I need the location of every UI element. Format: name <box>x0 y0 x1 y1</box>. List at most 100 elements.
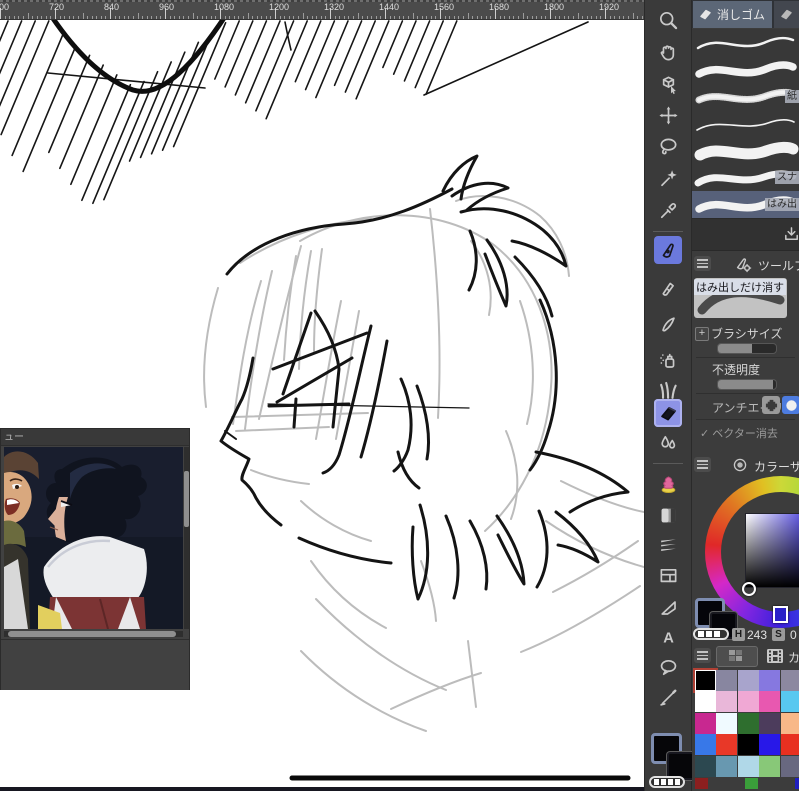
transparent-color-button[interactable] <box>649 776 685 788</box>
ruler-tick <box>623 15 625 19</box>
polyline-icon <box>660 600 676 615</box>
tool-lasso-button[interactable] <box>656 134 680 158</box>
color-swatch[interactable] <box>737 712 759 734</box>
panel-menu-button[interactable] <box>694 457 711 472</box>
ruler-tick <box>238 15 240 19</box>
tool-pencil-button[interactable] <box>656 276 680 300</box>
panel-menu-button[interactable] <box>694 256 711 271</box>
tool-polyline-ruler-button[interactable] <box>656 595 680 619</box>
ruler-tick <box>375 15 377 19</box>
tool-balloon-button[interactable] <box>656 655 680 679</box>
ruler-tick <box>430 15 432 19</box>
hue-cursor[interactable] <box>773 606 788 623</box>
panel-menu-button[interactable] <box>694 648 711 663</box>
tool-blend-button[interactable] <box>656 431 680 455</box>
color-swatch[interactable] <box>780 712 799 734</box>
tool-brush-button[interactable] <box>656 312 680 336</box>
ruler-tick <box>435 15 437 19</box>
color-swatch[interactable] <box>780 670 799 691</box>
ruler-tick <box>288 15 290 19</box>
subview-horizontal-scrollbar[interactable] <box>4 631 183 637</box>
tool-auto-select-button[interactable] <box>656 166 680 190</box>
hatch-chin-curve <box>49 12 229 94</box>
tool-zoom-button[interactable] <box>656 8 680 32</box>
ruler-tick <box>389 15 391 19</box>
color-swatch[interactable] <box>759 712 781 734</box>
color-swatch[interactable] <box>737 734 759 756</box>
color-swatch[interactable] <box>695 712 716 734</box>
transparent-color-button[interactable] <box>693 628 729 640</box>
subview-reference-image[interactable] <box>4 447 183 630</box>
subtool-item[interactable] <box>692 56 799 84</box>
antialias-off-button[interactable] <box>762 396 780 414</box>
tool-airbrush-button[interactable] <box>656 348 680 372</box>
color-swatch[interactable] <box>716 670 738 691</box>
tool-move-layer-button[interactable] <box>656 103 680 127</box>
horizontal-ruler[interactable]: 600 720 840 960 1080 1200 1320 1440 1560 1680 1800… <box>0 0 644 20</box>
tool-line-correction-button[interactable] <box>656 685 680 709</box>
color-swatch[interactable] <box>695 691 716 713</box>
color-swatch-partial[interactable] <box>745 778 758 789</box>
subtool-item-[interactable] <box>692 137 799 165</box>
import-subtool-button[interactable] <box>780 223 799 245</box>
tool-text-button[interactable]: A <box>656 625 680 649</box>
color-swatch[interactable] <box>737 670 759 691</box>
tool-eraser-button[interactable] <box>654 399 682 427</box>
subview-vertical-scrollbar[interactable] <box>184 447 189 629</box>
color-swatch[interactable] <box>759 755 781 777</box>
color-swatch[interactable] <box>780 755 799 777</box>
tool-pen-button[interactable] <box>654 236 682 264</box>
tool-stream-lines-button[interactable] <box>656 533 680 557</box>
color-swatch[interactable] <box>759 670 781 691</box>
selected-subtool-name: はみ出しだけ消す <box>694 279 786 295</box>
ruler-label: 1560 <box>434 2 455 12</box>
color-swatch[interactable] <box>759 691 781 713</box>
color-swatch[interactable] <box>695 670 716 691</box>
tool-frame-border-button[interactable] <box>656 563 680 587</box>
tool-gradient-button[interactable] <box>656 503 680 527</box>
subtool-item[interactable] <box>692 29 799 57</box>
ruler-tick <box>572 15 574 19</box>
color-swatch[interactable] <box>716 691 738 713</box>
saturation-value-square[interactable] <box>746 514 799 587</box>
film-strip-icon <box>767 649 783 663</box>
color-swatch[interactable] <box>780 734 799 756</box>
opacity-label: 不透明度 <box>712 363 761 377</box>
subtool-item-スナ[interactable]: スナ <box>692 164 799 192</box>
color-swatch[interactable] <box>716 755 738 777</box>
tool-hand-button[interactable] <box>656 40 680 64</box>
color-swatch[interactable] <box>695 734 716 756</box>
tool-deco-cream-button[interactable] <box>656 472 680 496</box>
subtool-item-紙[interactable]: 紙 <box>692 83 799 111</box>
ruler-tick <box>403 15 405 19</box>
expand-brush-size-button[interactable]: + <box>695 327 709 341</box>
sv-cursor[interactable] <box>742 582 756 596</box>
tool-operation-button[interactable] <box>656 72 680 96</box>
color-swatch[interactable] <box>716 712 738 734</box>
opacity-slider[interactable] <box>717 379 777 390</box>
ruler-tick <box>467 13 469 19</box>
vector-erase-row[interactable]: ✓ ベクター消去 <box>700 425 778 441</box>
subtool-item[interactable] <box>692 110 799 138</box>
color-swatch[interactable] <box>759 734 781 756</box>
tab-secondary[interactable] <box>774 1 799 28</box>
ruler-tick <box>4 15 6 19</box>
color-swatch-partial[interactable] <box>695 778 708 789</box>
ruler-tick <box>96 15 98 19</box>
color-swatch[interactable] <box>695 755 716 777</box>
color-swatch[interactable] <box>737 755 759 777</box>
ruler-tick <box>545 15 547 19</box>
color-swatch[interactable] <box>780 691 799 713</box>
color-swatch-partial[interactable] <box>795 778 799 789</box>
color-swatch[interactable] <box>737 691 759 713</box>
brush-size-slider[interactable] <box>717 343 777 354</box>
ruler-tick <box>247 13 249 19</box>
tool-eyedropper-button[interactable] <box>656 198 680 222</box>
antialias-on-button[interactable] <box>782 396 799 414</box>
subtool-item-はみ出[interactable]: はみ出 <box>692 191 799 219</box>
color-swatch[interactable] <box>716 734 738 756</box>
ruler-tick <box>293 15 295 19</box>
tab-eraser[interactable]: 消しゴム <box>693 1 772 28</box>
color-set-selector-button[interactable] <box>716 646 758 667</box>
ruler-tick <box>591 15 593 19</box>
